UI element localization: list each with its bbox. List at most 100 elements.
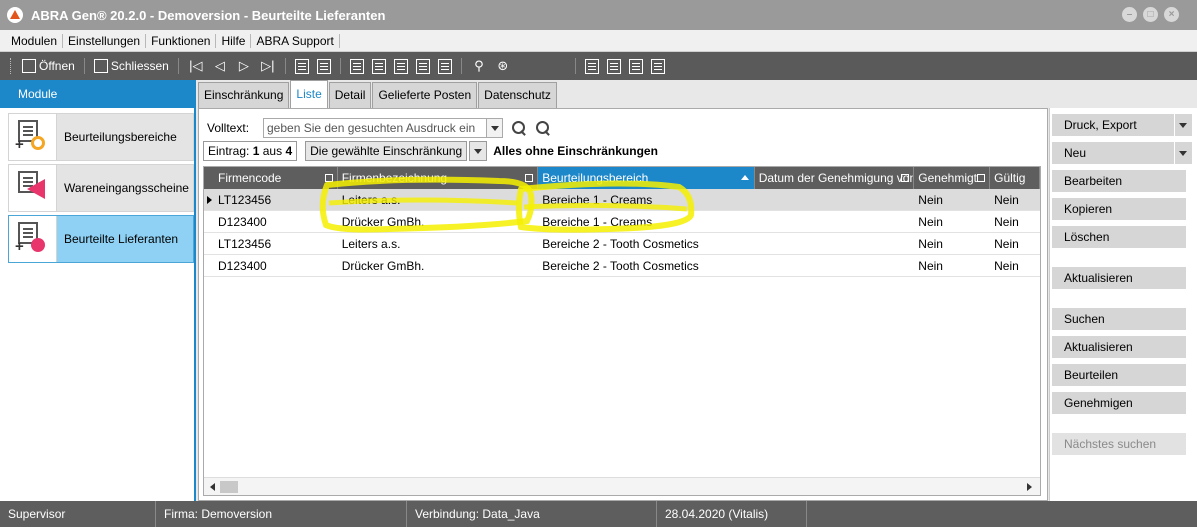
previous-record-icon[interactable]: ◁ — [212, 58, 228, 74]
delete-document-icon[interactable] — [437, 58, 452, 74]
next-record-icon[interactable]: ▷ — [236, 58, 252, 74]
tab-detail[interactable]: Detail — [328, 82, 372, 108]
maximize-icon[interactable]: □ — [1143, 7, 1158, 22]
last-record-icon[interactable]: ▷| — [260, 58, 276, 74]
minimize-icon[interactable]: – — [1122, 7, 1137, 22]
edit-document-icon[interactable] — [393, 58, 408, 74]
tab-liste[interactable]: Liste — [290, 80, 328, 108]
column-label: Genehmigt — [918, 171, 977, 185]
advanced-search-icon[interactable]: ⊛ — [495, 58, 511, 74]
list-panel: Volltext: geben Sie den gesuchten Ausdru… — [198, 108, 1048, 501]
goods-receipt-icon — [9, 165, 57, 211]
column-header-beurteilungsbereich[interactable]: Beurteilungsbereich — [538, 167, 755, 189]
search-icon[interactable] — [511, 120, 527, 136]
layout-icon[interactable] — [650, 58, 665, 74]
open-button[interactable]: Öffnen — [18, 56, 79, 76]
close-document-icon — [93, 59, 108, 73]
scroll-right-icon[interactable] — [1027, 483, 1032, 491]
menu-modulen[interactable]: Modulen — [0, 33, 64, 48]
column-filter-icon[interactable] — [525, 174, 534, 182]
scrollbar-thumb[interactable] — [220, 481, 238, 493]
restriction-label: Alles ohne Einschränkungen — [493, 144, 658, 158]
module-item-wareneingangsscheine[interactable]: Wareneingangsscheine — [8, 164, 194, 212]
column-header-firmencode[interactable]: Firmencode — [204, 167, 338, 189]
cell-gueltig: Nein — [994, 259, 1019, 273]
copy-document-icon[interactable] — [415, 58, 430, 74]
cell-beurteilungsbereich: Bereiche 1 - Creams — [542, 193, 653, 207]
chevron-down-icon[interactable] — [469, 141, 488, 161]
column-header-datum-der-genehmigung[interactable]: Datum der Genehmigung von — [755, 167, 915, 189]
menu-funktionen[interactable]: Funktionen — [146, 33, 217, 48]
column-header-genehmigt[interactable]: Genehmigt — [914, 167, 991, 189]
refresh-button[interactable]: Aktualisieren — [1052, 267, 1186, 289]
advanced-search-icon[interactable] — [535, 120, 551, 136]
column-filter-icon[interactable] — [977, 174, 986, 182]
evaluate-button[interactable]: Beurteilen — [1052, 364, 1186, 386]
chevron-down-icon[interactable] — [486, 119, 502, 137]
fulltext-placeholder: geben Sie den gesuchten Ausdruck ein — [267, 121, 476, 135]
search-button[interactable]: Suchen — [1052, 308, 1186, 330]
horizontal-scrollbar[interactable] — [204, 477, 1040, 495]
chevron-down-icon[interactable] — [1174, 114, 1192, 136]
help-context-icon[interactable] — [606, 58, 621, 74]
copy-button[interactable]: Kopieren — [1052, 198, 1186, 220]
chevron-down-icon[interactable] — [1174, 142, 1192, 164]
new-document-icon[interactable] — [371, 58, 386, 74]
toolbar: Öffnen Schliessen |◁ ◁ ▷ ▷| ⚲ ⊛ — [0, 52, 1197, 80]
toolbar-separator — [284, 58, 286, 74]
abra-logo-icon — [7, 7, 23, 23]
table-row[interactable]: LT123456 Leiters a.s. Bereiche 2 - Tooth… — [204, 233, 1040, 255]
search-icon[interactable]: ⚲ — [471, 58, 487, 74]
toolbar-separator — [339, 58, 341, 74]
button-label: Druck, Export — [1064, 118, 1137, 132]
edit-button[interactable]: Bearbeiten — [1052, 170, 1186, 192]
help-icon[interactable] — [584, 58, 599, 74]
table-row[interactable]: D123400 Drücker GmBh. Bereiche 2 - Tooth… — [204, 255, 1040, 277]
window-controls: – □ × — [1122, 7, 1179, 22]
scroll-left-icon[interactable] — [210, 483, 215, 491]
first-record-icon[interactable]: |◁ — [188, 58, 204, 74]
print-icon[interactable] — [349, 58, 364, 74]
table-row[interactable]: LT123456 Leiters a.s. Bereiche 1 - Cream… — [204, 189, 1040, 211]
toolbar-separator — [177, 58, 179, 74]
menu-einstellungen[interactable]: Einstellungen — [63, 33, 147, 48]
tab-datenschutz[interactable]: Datenschutz — [478, 82, 557, 108]
tab-einschraenkung[interactable]: Einschränkung — [198, 82, 290, 108]
tab-gelieferte-posten[interactable]: Gelieferte Posten — [372, 82, 478, 108]
import-icon[interactable] — [316, 58, 331, 74]
windows-icon[interactable] — [628, 58, 643, 74]
cell-beurteilungsbereich: Bereiche 2 - Tooth Cosmetics — [542, 259, 699, 273]
column-label: Gültig — [994, 171, 1026, 185]
menu-abra-support[interactable]: ABRA Support — [251, 33, 340, 48]
module-label: Beurteilte Lieferanten — [64, 232, 179, 246]
column-filter-icon[interactable] — [901, 174, 910, 182]
fulltext-search-input[interactable]: geben Sie den gesuchten Ausdruck ein — [263, 118, 503, 138]
delete-button[interactable]: Löschen — [1052, 226, 1186, 248]
cell-genehmigt: Nein — [918, 193, 943, 207]
entry-of: aus — [262, 144, 283, 158]
print-export-button[interactable]: Druck, Export — [1052, 114, 1192, 136]
column-filter-icon[interactable] — [324, 174, 333, 182]
cell-firmenbezeichnung: Leiters a.s. — [341, 193, 401, 207]
hierarchy-icon[interactable] — [294, 58, 309, 74]
cell-gueltig: Nein — [994, 215, 1019, 229]
close-icon[interactable]: × — [1164, 7, 1179, 22]
module-item-beurteilte-lieferanten[interactable]: + Beurteilte Lieferanten — [8, 215, 194, 263]
cell-firmenbezeichnung: Leiters a.s. — [341, 237, 401, 251]
entry-row: Eintrag: 1 aus 4 Die gewählte Einschränk… — [203, 141, 658, 161]
refresh-search-button[interactable]: Aktualisieren — [1052, 336, 1186, 358]
table-row[interactable]: D123400 Drücker GmBh. Bereiche 1 - Cream… — [204, 211, 1040, 233]
approve-button[interactable]: Genehmigen — [1052, 392, 1186, 414]
column-header-gueltig[interactable]: Gültig — [990, 167, 1040, 189]
status-connection: Verbindung: Data_Java — [407, 501, 657, 527]
new-button[interactable]: Neu — [1052, 142, 1192, 164]
column-header-firmenbezeichnung[interactable]: Firmenbezeichnung — [338, 167, 539, 189]
restriction-button[interactable]: Die gewählte Einschränkung — [305, 141, 468, 161]
cell-datum — [755, 255, 915, 276]
cell-gueltig: Nein — [994, 193, 1019, 207]
title-bar: ABRA Gen® 20.2.0 - Demoversion - Beurtei… — [0, 0, 1197, 30]
module-item-beurteilungsbereiche[interactable]: + Beurteilungsbereiche — [8, 113, 194, 161]
menu-hilfe[interactable]: Hilfe — [216, 33, 252, 48]
cell-firmencode: D123400 — [218, 215, 267, 229]
close-document-button[interactable]: Schliessen — [90, 56, 173, 76]
